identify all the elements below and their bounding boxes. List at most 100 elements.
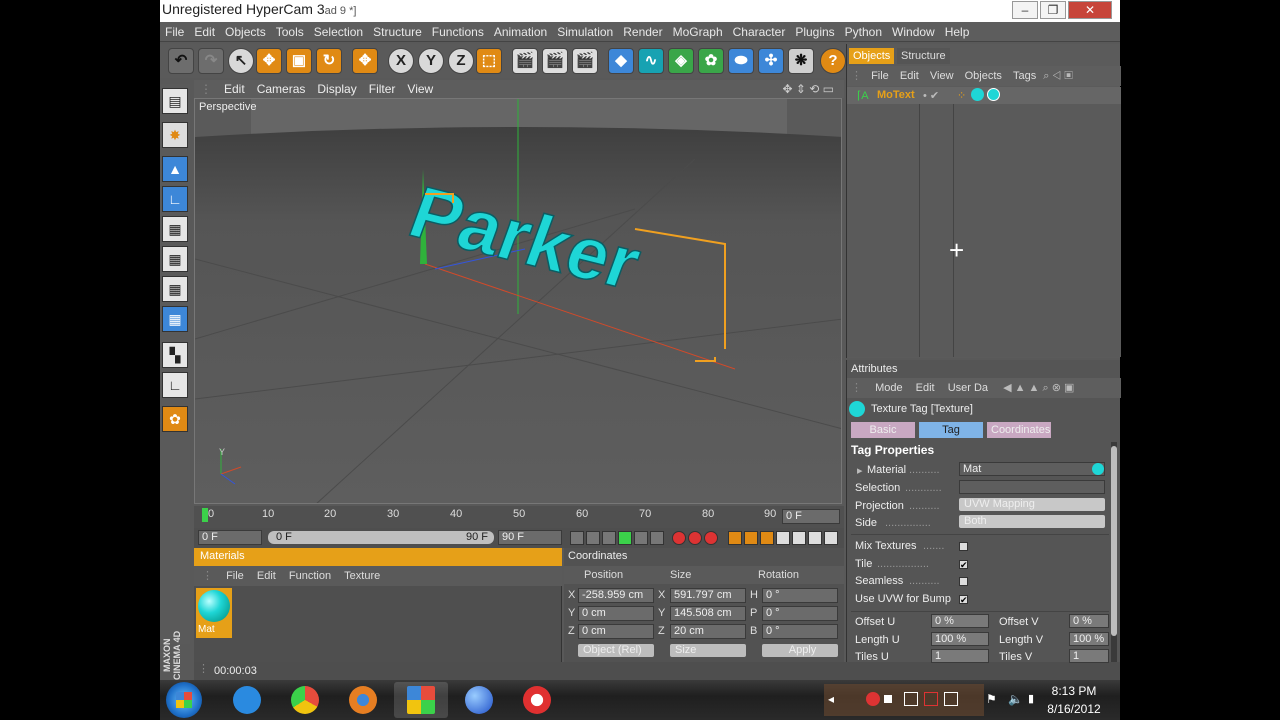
offset-u-field[interactable]: 0 %	[931, 614, 989, 628]
tray-icon-2[interactable]	[924, 692, 938, 706]
rotate-tool-icon[interactable]: ↻	[316, 48, 342, 74]
viewport-menu-view[interactable]: View	[401, 80, 439, 98]
mograph-cloner-icon[interactable]: ✿	[698, 48, 724, 74]
viewport-perspective[interactable]: Parker Y Perspective	[194, 98, 842, 504]
help-icon[interactable]: ?	[820, 48, 846, 74]
viewport-nav-icons[interactable]: ✥ ⇕ ⟲ ▭	[776, 80, 840, 98]
current-frame-field[interactable]: 0 F	[782, 509, 840, 524]
tab-coordinates[interactable]: Coordinates	[987, 422, 1051, 438]
snap-icon[interactable]: ✿	[162, 406, 188, 432]
menu-simulation[interactable]: Simulation	[552, 22, 618, 42]
taskbar-hypercam[interactable]	[510, 682, 564, 718]
live-selection-icon[interactable]: ↖	[228, 48, 254, 74]
preview-range-slider[interactable]: 0 F 90 F	[268, 531, 494, 544]
goto-start-button[interactable]	[570, 531, 584, 545]
spline-icon[interactable]: ∿	[638, 48, 664, 74]
clock-date[interactable]: 8/16/2012	[1040, 702, 1108, 716]
rotation-p-field[interactable]: 0 °	[762, 606, 838, 621]
key-pla-button[interactable]	[792, 531, 806, 545]
attr-menu-edit[interactable]: Edit	[916, 382, 935, 394]
coord-size-mode-dropdown[interactable]: Size	[670, 644, 746, 657]
material-expand-icon[interactable]: ▸	[857, 464, 863, 477]
texture-mode-icon[interactable]: ▦	[162, 306, 188, 332]
texture-tag-icon[interactable]	[971, 88, 984, 101]
taskbar-firefox[interactable]	[336, 682, 390, 718]
position-z-field[interactable]: 0 cm	[578, 624, 654, 639]
size-x-field[interactable]: 591.797 cm	[670, 588, 746, 603]
motext-visibility-icon[interactable]: • ✔	[923, 89, 939, 102]
coord-apply-button[interactable]: Apply	[762, 644, 838, 657]
play-backward-button[interactable]	[602, 531, 616, 545]
autokey-button[interactable]	[688, 531, 702, 545]
use-model-mode-icon[interactable]: ▲	[162, 156, 188, 182]
attr-menu-userdata[interactable]: User Da	[948, 382, 988, 394]
rotation-h-field[interactable]: 0 °	[762, 588, 838, 603]
position-x-field[interactable]: -258.959 cm	[578, 588, 654, 603]
key-position-button[interactable]	[728, 531, 742, 545]
minimize-button[interactable]: –	[1012, 1, 1038, 19]
workplane-icon[interactable]: ▚	[162, 342, 188, 368]
undo-icon[interactable]: ↶	[168, 48, 194, 74]
materials-menu-file[interactable]: File	[226, 570, 244, 582]
deformer-icon[interactable]: ⬬	[728, 48, 754, 74]
render-view-icon[interactable]: 🎬	[512, 48, 538, 74]
attr-nav-icons[interactable]: ◀ ▲ ▲ ⌕ ⊗ ▣	[1003, 382, 1074, 394]
environment-icon[interactable]: ❋	[788, 48, 814, 74]
motext-tags-icon[interactable]: ⁘	[957, 89, 966, 102]
tiles-v-field[interactable]: 1	[1069, 649, 1109, 663]
coord-mode-dropdown[interactable]: Object (Rel)	[578, 644, 654, 657]
position-y-field[interactable]: 0 cm	[578, 606, 654, 621]
materials-menu-texture[interactable]: Texture	[344, 570, 380, 582]
goto-end-button[interactable]	[650, 531, 664, 545]
viewport-menu-cameras[interactable]: Cameras	[251, 80, 312, 98]
timeline-menu-button[interactable]	[824, 531, 838, 545]
menu-render[interactable]: Render	[618, 22, 667, 42]
menu-functions[interactable]: Functions	[427, 22, 489, 42]
seamless-checkbox[interactable]	[959, 577, 968, 586]
length-v-field[interactable]: 100 %	[1069, 632, 1109, 646]
rotation-b-field[interactable]: 0 °	[762, 624, 838, 639]
end-frame-field[interactable]: 90 F	[498, 530, 562, 545]
objmgr-search-icon[interactable]: ⌕ ◁ ▣	[1043, 70, 1072, 82]
axis-mode-icon[interactable]: ∟	[162, 372, 188, 398]
tab-basic[interactable]: Basic	[851, 422, 915, 438]
hypercam-tray-icon[interactable]	[866, 692, 880, 706]
viewport-menu-edit[interactable]: Edit	[218, 80, 251, 98]
polygons-mode-icon[interactable]: ▦	[162, 276, 188, 302]
objmgr-menu-file[interactable]: File	[871, 70, 889, 82]
record-button[interactable]	[672, 531, 686, 545]
x-axis-lock-icon[interactable]: X	[388, 48, 414, 74]
tile-checkbox[interactable]: ✔	[959, 560, 968, 570]
start-frame-field[interactable]: 0 F	[198, 530, 262, 545]
y-axis-lock-icon[interactable]: Y	[418, 48, 444, 74]
z-axis-lock-icon[interactable]: Z	[448, 48, 474, 74]
move-tool-icon[interactable]: ✥	[256, 48, 282, 74]
taskbar-cinema4d[interactable]	[452, 682, 506, 718]
show-hidden-icons[interactable]: ◂	[828, 692, 842, 706]
key-scale-button[interactable]	[744, 531, 758, 545]
tray-icon-3[interactable]	[944, 692, 958, 706]
clock-time[interactable]: 8:13 PM	[1046, 684, 1102, 698]
projection-dropdown[interactable]: UVW Mapping	[959, 498, 1105, 511]
side-dropdown[interactable]: Both	[959, 515, 1105, 528]
objmgr-menu-edit[interactable]: Edit	[900, 70, 919, 82]
mix-textures-checkbox[interactable]	[959, 542, 968, 551]
stop-tray-icon[interactable]	[884, 695, 892, 703]
timeline-ruler[interactable]: 0 10 20 30 40 50 60 70 80 90 0 F	[194, 506, 844, 528]
volume-icon[interactable]: 🔈	[1008, 692, 1023, 706]
menu-character[interactable]: Character	[728, 22, 791, 42]
object-row-motext[interactable]: ⌈A MoText • ✔ ⁘	[847, 87, 1121, 104]
tab-objects[interactable]: Objects	[849, 48, 895, 64]
size-y-field[interactable]: 145.508 cm	[670, 606, 746, 621]
next-key-button[interactable]	[634, 531, 648, 545]
menu-tools[interactable]: Tools	[271, 22, 309, 42]
menu-python[interactable]: Python	[840, 22, 887, 42]
use-object-mode-icon[interactable]: ∟	[162, 186, 188, 212]
tray-icon-1[interactable]	[904, 692, 918, 706]
interpolation-button[interactable]	[808, 531, 822, 545]
scene-icon[interactable]: ✣	[758, 48, 784, 74]
keyframe-selection-button[interactable]	[704, 531, 718, 545]
attributes-scrollbar[interactable]	[1111, 442, 1117, 662]
object-name-motext[interactable]: MoText	[877, 89, 915, 101]
tiles-u-field[interactable]: 1	[931, 649, 989, 663]
